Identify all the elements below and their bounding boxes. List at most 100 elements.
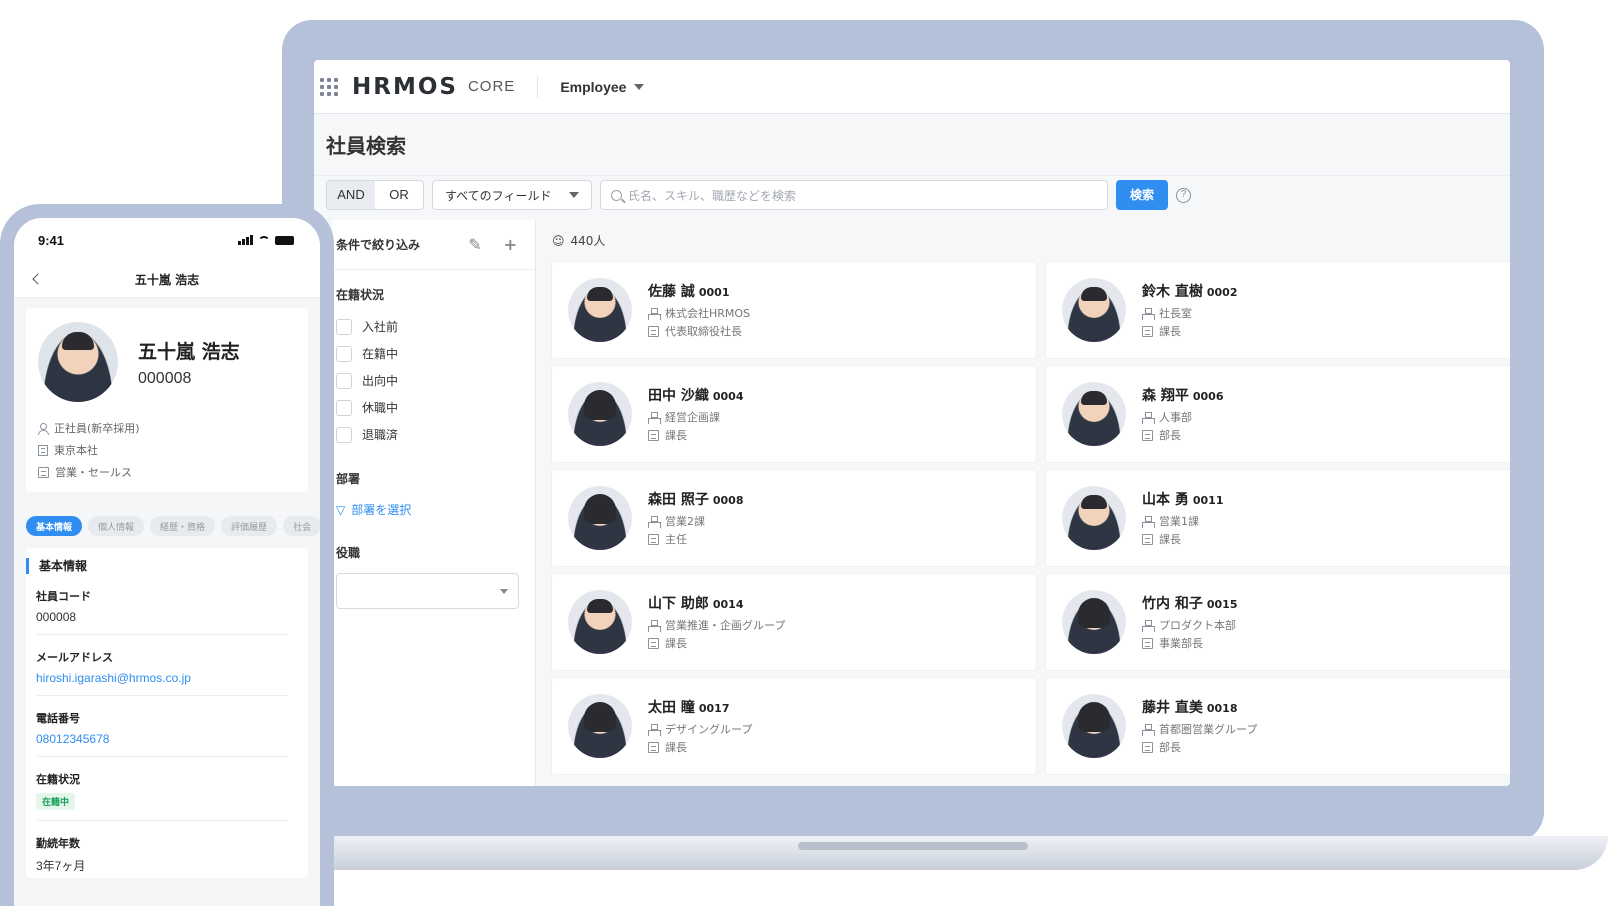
tab-social[interactable]: 社会 xyxy=(283,516,320,536)
position-line: 主任 xyxy=(648,531,744,547)
checkbox-icon[interactable] xyxy=(336,426,352,443)
org-line: 経営企画課 xyxy=(648,409,744,425)
user-icon xyxy=(38,422,49,435)
employee-org: 営業2課 xyxy=(665,515,705,528)
org-chart-icon xyxy=(1142,723,1155,736)
employee-position: 代表取締役社長 xyxy=(665,325,742,338)
org-chart-icon xyxy=(648,307,661,320)
employee-name-line: 山下 助郎 0014 xyxy=(648,593,785,613)
org-line: 営業2課 xyxy=(648,513,744,529)
card-info: 佐藤 誠 0001 株式会社HRMOS 代表取締役社長 xyxy=(648,281,750,339)
plus-icon[interactable]: + xyxy=(504,235,517,254)
field-email: メールアドレス hiroshi.igarashi@hrmos.co.jp xyxy=(36,635,288,696)
employee-card[interactable]: 森 翔平 0006 人事部 部長 xyxy=(1046,366,1510,462)
position-line: 課長 xyxy=(648,427,744,443)
or-button[interactable]: OR xyxy=(375,181,423,209)
employee-card[interactable]: 森田 照子 0008 営業2課 主任 xyxy=(552,470,1036,566)
employee-position: 部長 xyxy=(1159,429,1181,442)
badge-icon xyxy=(1142,741,1153,753)
employee-position: 課長 xyxy=(1159,325,1181,338)
employee-card[interactable]: 田中 沙織 0004 経営企画課 課長 xyxy=(552,366,1036,462)
status-checkbox[interactable]: 休職中 xyxy=(332,394,535,421)
profile-code: 000008 xyxy=(138,369,192,387)
dept-select-link[interactable]: ▽ 部署を選択 xyxy=(332,487,535,528)
battery-icon xyxy=(275,235,294,245)
profile-tabs: 基本情報 個人情報 経歴・資格 評価履歴 社会 xyxy=(14,492,320,536)
checkbox-label: 退職済 xyxy=(362,428,399,442)
employee-card[interactable]: 太田 瞳 0017 デザイングループ 課長 xyxy=(552,678,1036,774)
result-count: ☺ 440人 xyxy=(552,232,605,249)
employee-card-grid: 佐藤 誠 0001 株式会社HRMOS 代表取締役社長 鈴木 直樹 0002 社長室 課長 田中… xyxy=(552,262,1510,774)
avatar xyxy=(568,694,632,758)
section-title: 基本情報 xyxy=(26,558,298,574)
avatar xyxy=(568,486,632,550)
field-value: 000008 xyxy=(36,610,77,624)
checkbox-icon[interactable] xyxy=(336,318,352,335)
employment-line: 正社員(新卒採用) xyxy=(38,420,308,436)
badge-icon xyxy=(648,325,659,337)
role-select[interactable] xyxy=(336,573,519,609)
app-logo-sub: CORE xyxy=(467,78,516,95)
chevron-down-icon xyxy=(569,192,579,198)
building-icon xyxy=(38,444,48,456)
tab-personal[interactable]: 個人情報 xyxy=(88,516,145,536)
employee-name-line: 太田 瞳 0017 xyxy=(648,697,752,717)
employee-card[interactable]: 山下 助郎 0014 営業推進・企画グループ 課長 xyxy=(552,574,1036,670)
avatar xyxy=(1062,278,1126,342)
badge-icon xyxy=(1142,533,1153,545)
search-button[interactable]: 検索 xyxy=(1116,180,1168,210)
checkbox-icon[interactable] xyxy=(336,345,352,362)
checkbox-label: 入社前 xyxy=(362,320,399,334)
field-value: 3年7ヶ月 xyxy=(36,859,86,873)
field-employee-code: 社員コード 000008 xyxy=(36,574,288,635)
help-icon[interactable]: ? xyxy=(1176,187,1191,203)
checkbox-icon[interactable] xyxy=(336,372,352,389)
email-link[interactable]: hiroshi.igarashi@hrmos.co.jp xyxy=(36,671,288,685)
and-button[interactable]: AND xyxy=(327,181,375,209)
employee-card[interactable]: 佐藤 誠 0001 株式会社HRMOS 代表取締役社長 xyxy=(552,262,1036,358)
avatar xyxy=(1062,694,1126,758)
field-select-label: すべてのフィールド xyxy=(445,188,552,203)
badge-icon xyxy=(1142,429,1153,441)
back-icon[interactable] xyxy=(32,273,44,285)
org-line: デザイングループ xyxy=(648,721,752,737)
result-count-label: 440人 xyxy=(570,234,606,248)
search-input[interactable]: 氏名、スキル、職歴などを検索 xyxy=(600,180,1108,210)
avatar xyxy=(38,322,118,402)
employee-card[interactable]: 鈴木 直樹 0002 社長室 課長 xyxy=(1046,262,1510,358)
field-label: 電話番号 xyxy=(36,712,80,725)
stage: HRMOS CORE Employee 社員検索 AND OR すべてのフィール… xyxy=(0,0,1608,906)
employee-card[interactable]: 竹内 和子 0015 プロダクト本部 事業部長 xyxy=(1046,574,1510,670)
card-info: 山本 勇 0011 営業1課 課長 xyxy=(1142,489,1224,547)
tab-evaluation[interactable]: 評価履歴 xyxy=(221,516,278,536)
page-title: 社員検索 xyxy=(314,114,1510,176)
org-chart-icon xyxy=(1142,515,1155,528)
app-logo[interactable]: HRMOS xyxy=(352,74,458,100)
org-chart-icon xyxy=(1142,411,1155,424)
tab-career[interactable]: 経歴・資格 xyxy=(150,516,216,536)
position-line: 代表取締役社長 xyxy=(648,323,750,339)
checkbox-icon[interactable] xyxy=(336,399,352,416)
employee-name: 田中 沙織 xyxy=(648,388,709,404)
employee-card[interactable]: 山本 勇 0011 営業1課 課長 xyxy=(1046,470,1510,566)
app-menu-dropdown[interactable]: Employee xyxy=(560,79,645,95)
status-checkbox[interactable]: 退職済 xyxy=(332,421,535,448)
employment-type: 正社員(新卒採用) xyxy=(54,422,140,435)
checkbox-label: 出向中 xyxy=(362,374,399,388)
phone-link[interactable]: 08012345678 xyxy=(36,732,288,746)
employee-org: 人事部 xyxy=(1159,411,1192,424)
employee-name: 佐藤 誠 xyxy=(648,284,695,300)
employee-name: 鈴木 直樹 xyxy=(1142,284,1203,300)
app-grid-icon[interactable] xyxy=(320,77,338,96)
status-checkbox[interactable]: 在籍中 xyxy=(332,340,535,367)
employee-org: 株式会社HRMOS xyxy=(665,307,751,320)
position-line: 課長 xyxy=(648,739,752,755)
status-checkbox[interactable]: 入社前 xyxy=(332,313,535,340)
status-checkbox[interactable]: 出向中 xyxy=(332,367,535,394)
employee-position: 部長 xyxy=(1159,741,1181,754)
department-name: 営業・セールス xyxy=(55,466,132,479)
eraser-icon[interactable]: ✎ xyxy=(468,235,481,254)
employee-card[interactable]: 藤井 直美 0018 首都圏営業グループ 部長 xyxy=(1046,678,1510,774)
tab-basic[interactable]: 基本情報 xyxy=(26,516,83,536)
field-select[interactable]: すべてのフィールド xyxy=(432,180,592,210)
